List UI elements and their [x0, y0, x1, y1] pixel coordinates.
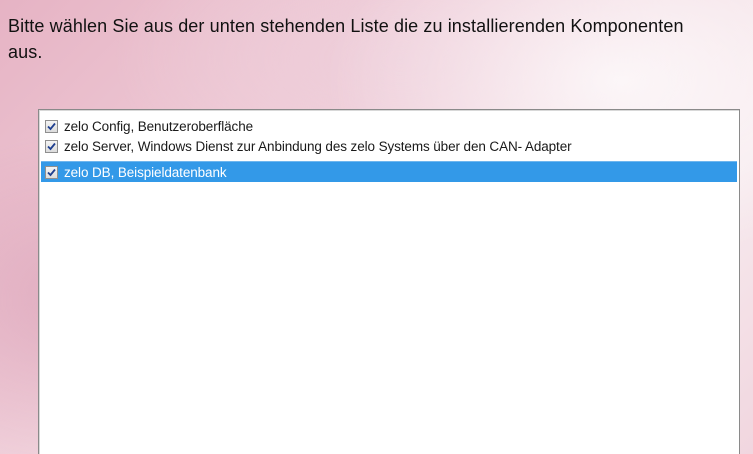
checkmark-icon	[47, 168, 56, 176]
checkmark-icon	[47, 122, 56, 130]
component-label: zelo Server, Windows Dienst zur Anbindun…	[64, 138, 572, 154]
component-item-db[interactable]: zelo DB, Beispieldatenbank	[41, 161, 737, 182]
instruction-text: Bitte wählen Sie aus der unten stehenden…	[8, 16, 684, 62]
component-label: zelo DB, Beispieldatenbank	[64, 164, 227, 180]
checkmark-icon	[47, 142, 56, 150]
checkbox-config[interactable]	[45, 119, 58, 133]
checkbox-server[interactable]	[45, 139, 58, 153]
component-item-config[interactable]: zelo Config, Benutzeroberfläche	[41, 117, 737, 135]
checkbox-db[interactable]	[45, 165, 58, 179]
component-item-server[interactable]: zelo Server, Windows Dienst zur Anbindun…	[41, 137, 737, 155]
component-list[interactable]: zelo Config, Benutzeroberfläche zelo Ser…	[38, 109, 740, 454]
component-label: zelo Config, Benutzeroberfläche	[64, 118, 254, 134]
